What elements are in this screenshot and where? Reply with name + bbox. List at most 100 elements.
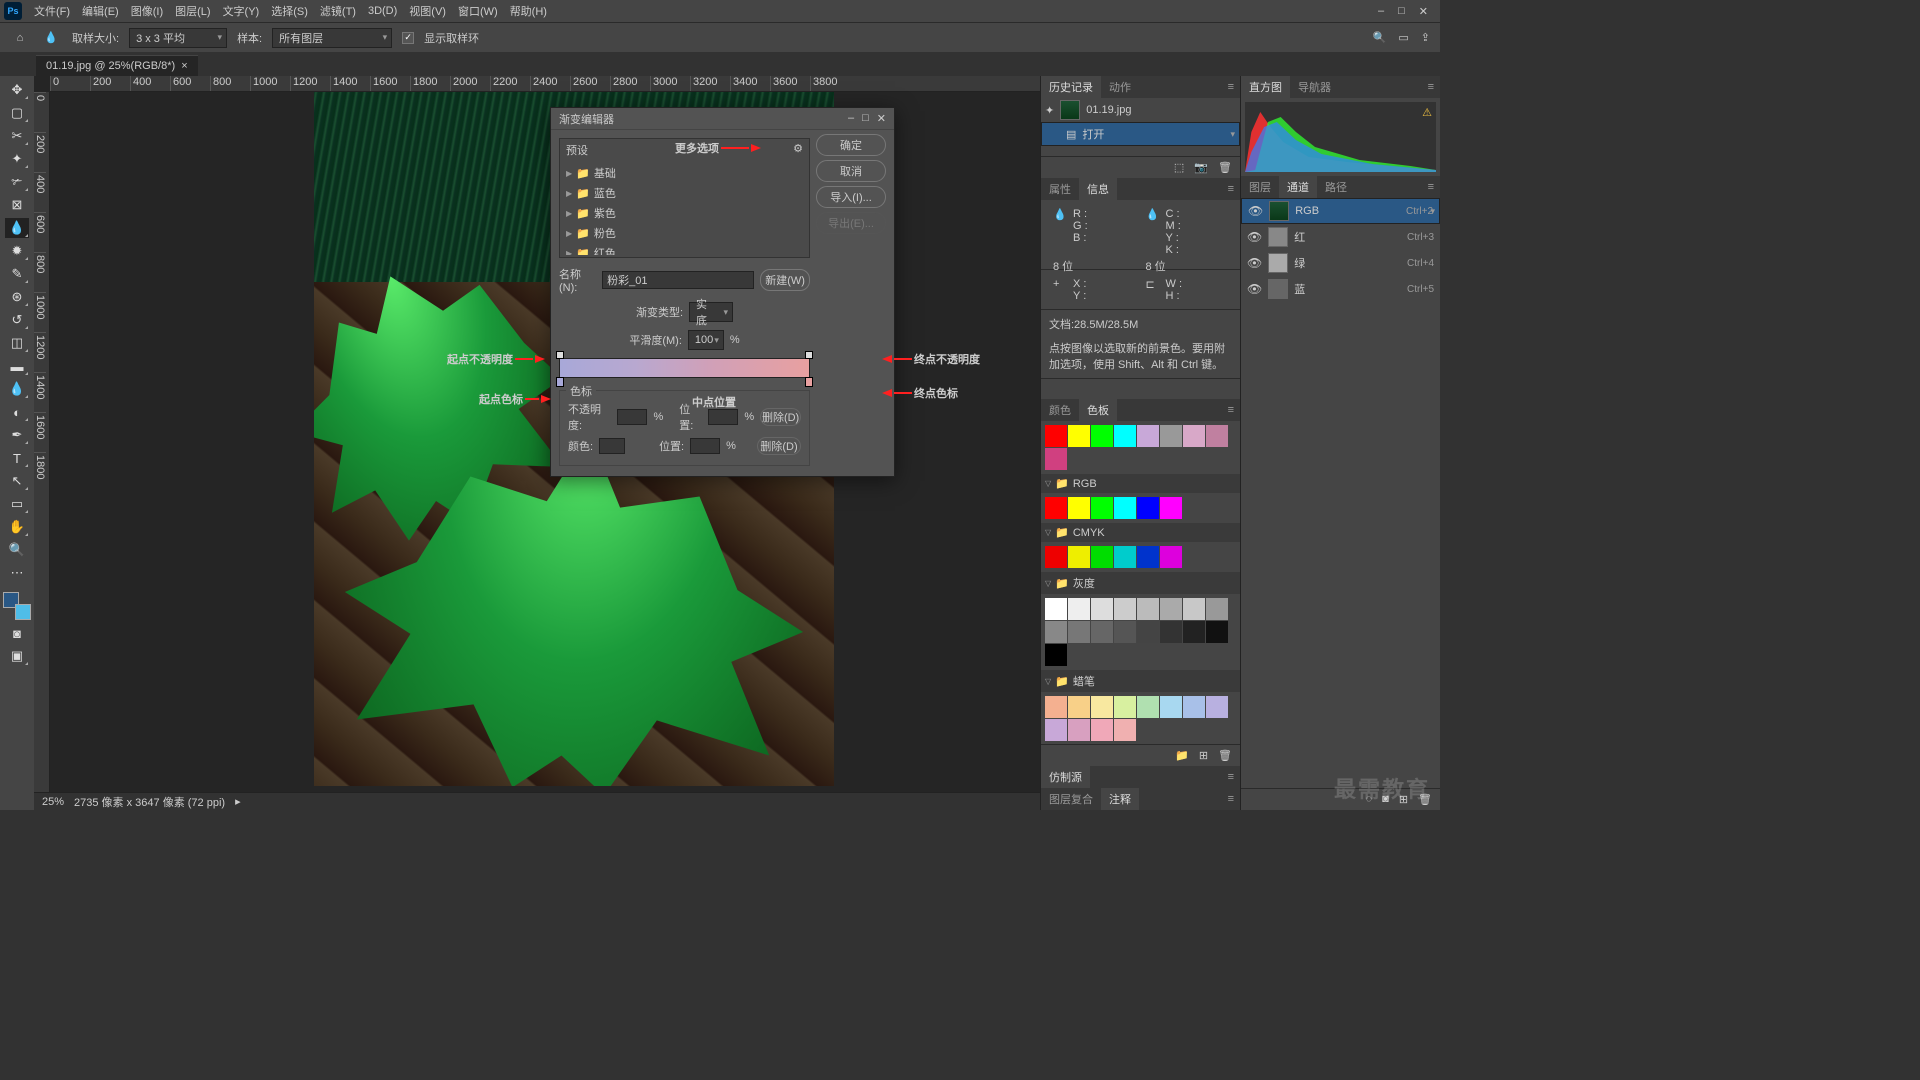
move-tool[interactable]: ✥ (5, 80, 29, 100)
screen-mode[interactable]: ▣ (5, 646, 29, 666)
swatch[interactable] (1091, 497, 1113, 519)
swatch[interactable] (1091, 719, 1113, 741)
close-tab-icon[interactable]: × (181, 60, 187, 72)
layer-comps-tab[interactable]: 图层复合 (1041, 788, 1101, 810)
gradient-bar[interactable] (559, 358, 810, 378)
path-select-tool[interactable]: ↖ (5, 471, 29, 491)
position-field[interactable] (708, 409, 738, 425)
menu-file[interactable]: 文件(F) (28, 3, 76, 19)
menu-type[interactable]: 文字(Y) (217, 3, 266, 19)
history-brush-tool[interactable]: ↺ (5, 310, 29, 330)
share-icon[interactable]: ⇪ (1421, 31, 1430, 44)
cancel-button[interactable]: 取消 (816, 160, 886, 182)
smoothness-field[interactable]: 100 (688, 330, 724, 350)
swatch[interactable] (1045, 719, 1067, 741)
swatch[interactable] (1114, 425, 1136, 447)
color-tab[interactable]: 颜色 (1041, 399, 1079, 421)
history-source[interactable]: ✦01.19.jpg (1041, 98, 1240, 122)
new-button[interactable]: 新建(W) (760, 269, 810, 291)
preset-folder[interactable]: ▶📁粉色 (566, 223, 803, 243)
swatch[interactable] (1045, 696, 1067, 718)
swatch[interactable] (1137, 497, 1159, 519)
panel-menu-icon[interactable]: ≡ (1222, 771, 1240, 783)
swatch[interactable] (1114, 546, 1136, 568)
color-stop-start[interactable] (556, 377, 564, 387)
histogram-tab[interactable]: 直方图 (1241, 76, 1290, 98)
preset-folder[interactable]: ▶📁蓝色 (566, 183, 803, 203)
preset-folder[interactable]: ▶📁基础 (566, 163, 803, 183)
swatch[interactable] (1114, 719, 1136, 741)
export-button[interactable]: 导出(E)... (816, 212, 886, 234)
eye-icon[interactable]: 👁 (1248, 204, 1263, 218)
menu-window[interactable]: 窗口(W) (452, 3, 504, 19)
channels-tab[interactable]: 通道 (1279, 176, 1317, 198)
channel-green[interactable]: 👁绿Ctrl+4 (1241, 250, 1440, 276)
position-field[interactable] (690, 438, 720, 454)
brush-tool[interactable]: ✎ (5, 264, 29, 284)
panel-menu-icon[interactable]: ≡ (1422, 81, 1440, 93)
navigator-tab[interactable]: 导航器 (1290, 76, 1339, 98)
swatch[interactable] (1091, 696, 1113, 718)
trash-icon[interactable]: 🗑 (1218, 161, 1232, 174)
channel-red[interactable]: 👁红Ctrl+3 (1241, 224, 1440, 250)
dodge-tool[interactable]: ◐ (5, 402, 29, 422)
eyedropper-tool[interactable]: 💧 (5, 218, 29, 238)
preset-folder[interactable]: ▶📁紫色 (566, 203, 803, 223)
properties-tab[interactable]: 属性 (1041, 178, 1079, 200)
fg-bg-colors[interactable] (3, 592, 31, 620)
dialog-maximize[interactable]: □ (862, 112, 869, 125)
swatch[interactable] (1183, 621, 1205, 643)
sample-size-select[interactable]: 3 x 3 平均 (129, 28, 227, 48)
panel-menu-icon[interactable]: ≡ (1222, 183, 1240, 195)
wand-tool[interactable]: ✦ (5, 149, 29, 169)
color-field[interactable] (599, 438, 625, 454)
opacity-stop-start[interactable] (556, 351, 564, 359)
swatch[interactable] (1045, 497, 1067, 519)
swatch[interactable] (1091, 546, 1113, 568)
frame-tool[interactable]: ⊠ (5, 195, 29, 215)
channel-rgb[interactable]: 👁RGBCtrl+2 (1241, 198, 1440, 224)
home-icon[interactable]: ⌂ (10, 28, 30, 48)
panel-menu-icon[interactable]: ≡ (1222, 793, 1240, 805)
swatch[interactable] (1160, 546, 1182, 568)
search-icon[interactable]: 🔍 (1373, 31, 1387, 44)
swatch[interactable] (1068, 497, 1090, 519)
swatch[interactable] (1045, 546, 1067, 568)
import-button[interactable]: 导入(I)... (816, 186, 886, 208)
swatch[interactable] (1137, 621, 1159, 643)
swatch[interactable] (1206, 621, 1228, 643)
zoom-level[interactable]: 25% (42, 796, 64, 808)
swatch[interactable] (1183, 696, 1205, 718)
swatch[interactable] (1091, 621, 1113, 643)
panel-menu-icon[interactable]: ≡ (1422, 181, 1440, 193)
menu-3d[interactable]: 3D(D) (362, 5, 403, 17)
delete-button[interactable]: 删除(D) (757, 437, 801, 455)
eyedropper-icon[interactable]: 💧 (40, 27, 62, 49)
swatch[interactable] (1206, 425, 1228, 447)
camera-icon[interactable]: 📷 (1194, 161, 1208, 174)
blur-tool[interactable]: 💧 (5, 379, 29, 399)
swatch[interactable] (1045, 621, 1067, 643)
swatch-folder-crayon[interactable]: ▽📁蜡笔 (1041, 670, 1240, 692)
swatch[interactable] (1068, 719, 1090, 741)
document-tab[interactable]: 01.19.jpg @ 25%(RGB/8*)× (36, 55, 198, 76)
swatch[interactable] (1160, 598, 1182, 620)
clone-source-tab[interactable]: 仿制源 (1041, 766, 1090, 788)
history-tab[interactable]: 历史记录 (1041, 76, 1101, 98)
swatch[interactable] (1068, 621, 1090, 643)
type-tool[interactable]: T (5, 448, 29, 468)
heal-tool[interactable]: ✹ (5, 241, 29, 261)
swatch[interactable] (1091, 598, 1113, 620)
delete-button[interactable]: 删除(D) (760, 408, 801, 426)
swatch[interactable] (1183, 425, 1205, 447)
gradient-tool[interactable]: ▬ (5, 356, 29, 376)
swatch[interactable] (1160, 425, 1182, 447)
workspace-icon[interactable]: ▭ (1398, 31, 1408, 44)
pen-tool[interactable]: ✒ (5, 425, 29, 445)
dialog-titlebar[interactable]: 渐变编辑器 –□✕ (551, 108, 894, 130)
stamp-tool[interactable]: ⊛ (5, 287, 29, 307)
hand-tool[interactable]: ✋ (5, 517, 29, 537)
swatch[interactable] (1068, 598, 1090, 620)
panel-menu-icon[interactable]: ≡ (1222, 404, 1240, 416)
window-minimize[interactable]: – (1378, 5, 1384, 18)
